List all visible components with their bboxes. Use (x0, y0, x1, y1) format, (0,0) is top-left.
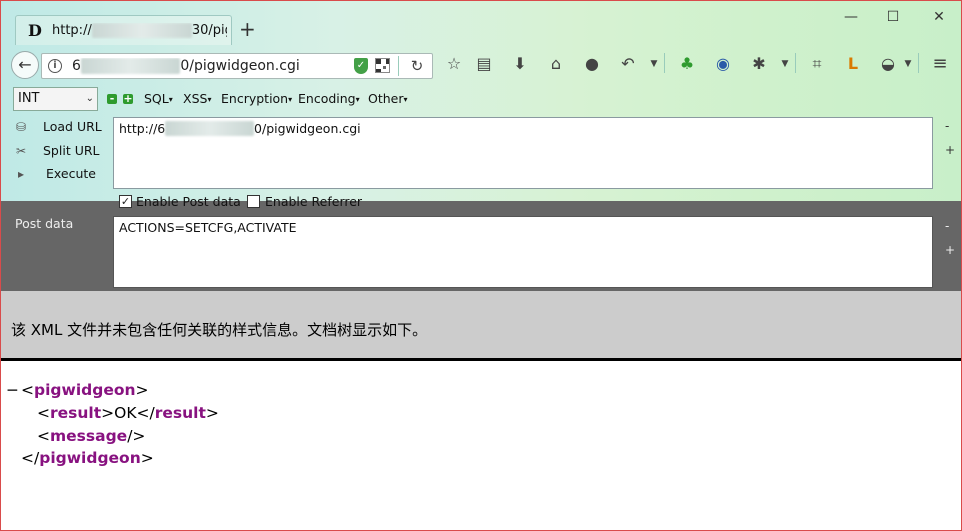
play-icon: ▸ (17, 167, 25, 181)
enable-referrer-label: Enable Referrer (265, 194, 363, 209)
maximize-button[interactable]: ☐ (883, 7, 903, 27)
enable-post-label: Enable Post data (136, 194, 241, 209)
globe-icon[interactable]: ◉ (713, 53, 733, 75)
info-icon[interactable]: i (48, 59, 62, 73)
tab-title: http://xxxxxxxxxxxxx30/pig (52, 23, 227, 38)
undo-icon[interactable]: ↶ (618, 53, 638, 75)
xml-result: <result>OK</result> (37, 404, 219, 422)
redacted-text: xxxxxxxxxxxx (80, 58, 181, 74)
enable-post-checkbox[interactable]: ✓ (119, 195, 132, 208)
expand-post-button[interactable]: + (945, 243, 955, 257)
post-data-label: Post data (15, 216, 74, 231)
expand-url-button[interactable]: + (945, 143, 955, 157)
divider (795, 53, 796, 73)
xml-style-info-banner: 该 XML 文件并未包含任何关联的样式信息。文档树显示如下。 (1, 291, 961, 361)
menu-sql[interactable]: SQL▾ (144, 91, 173, 107)
chevron-down-icon[interactable]: ▼ (644, 53, 664, 75)
chevron-down-icon: ⌄ (85, 93, 94, 104)
nav-bar: ← i 6xxxxxxxxxxxx0/pigwidgeon.cgi ✓ ↻ ☆ … (1, 47, 961, 85)
shield-icon[interactable]: ✓ (354, 58, 368, 74)
enable-referrer-checkbox[interactable] (247, 195, 260, 208)
menu-encryption[interactable]: Encryption▾ (221, 91, 292, 107)
scissors-icon: ✂ (15, 144, 27, 158)
mask-icon[interactable]: ◒ (878, 53, 898, 75)
favicon-icon: D (28, 21, 42, 40)
qr-code-icon[interactable] (375, 58, 390, 73)
url-text[interactable]: 6xxxxxxxxxxxx0/pigwidgeon.cgi (72, 58, 352, 76)
menu-other[interactable]: Other▾ (368, 91, 408, 107)
url-bar[interactable]: i 6xxxxxxxxxxxx0/pigwidgeon.cgi ✓ ↻ (41, 53, 433, 79)
url-textarea[interactable]: http://6xxxxxxxxxxxx0/pigwidgeon.cgi (113, 117, 933, 189)
title-bar: D http://xxxxxxxxxxxxx30/pig + — ☐ ✕ (1, 1, 961, 45)
minimize-button[interactable]: — (841, 7, 861, 27)
home-icon[interactable]: ⌂ (546, 53, 566, 75)
new-tab-button[interactable]: + (239, 19, 256, 39)
reader-icon[interactable]: ▤ (474, 53, 494, 75)
divider (398, 56, 399, 76)
xml-tree: − <pigwidgeon> <result>OK</result> <mess… (1, 377, 961, 527)
chevron-down-icon[interactable]: ▼ (898, 53, 918, 75)
download-icon[interactable]: ⬇ (510, 53, 530, 75)
post-options: ✓ Enable Post data Enable Referrer (113, 193, 413, 211)
encoding-select[interactable]: INT ⌄ (13, 87, 98, 111)
divider (664, 53, 665, 73)
collapse-toggle[interactable]: − (6, 381, 19, 399)
browser-tab[interactable]: D http://xxxxxxxxxxxxx30/pig (15, 15, 232, 45)
bug-icon[interactable]: ✱ (749, 53, 769, 75)
select-value: INT (18, 91, 40, 106)
xml-root-close: </pigwidgeon> (21, 449, 154, 467)
close-button[interactable]: ✕ (929, 7, 949, 27)
chat-icon[interactable]: ● (582, 53, 602, 75)
crop-icon[interactable]: ⌗ (807, 53, 827, 75)
l-icon[interactable]: L (843, 53, 863, 75)
xml-info-text: 该 XML 文件并未包含任何关联的样式信息。文档树显示如下。 (11, 321, 428, 339)
frog-icon[interactable]: ♣ (677, 53, 697, 75)
load-url-button[interactable]: ⛁ Load URL (11, 117, 111, 137)
execute-button[interactable]: ▸ Execute (11, 164, 111, 184)
menu-icon[interactable]: ≡ (930, 53, 950, 75)
hackbar-toolbar: INT ⌄ - + SQL▾ XSS▾ Encryption▾ Encoding… (1, 87, 961, 113)
redacted-text: xxxxxxxxxxxxx (91, 23, 192, 38)
post-data-textarea[interactable]: ACTIONS=SETCFG,ACTIVATE (113, 216, 933, 288)
load-icon: ⛁ (15, 120, 27, 134)
shrink-url-button[interactable]: - (945, 119, 949, 133)
xml-message: <message/> (37, 427, 146, 445)
redacted-text: xxxxxxxxxxxx (165, 121, 255, 136)
browser-window: D http://xxxxxxxxxxxxx30/pig + — ☐ ✕ ← i… (0, 0, 962, 531)
split-url-button[interactable]: ✂ Split URL (11, 141, 111, 161)
shrink-post-button[interactable]: - (945, 219, 949, 233)
chevron-down-icon[interactable]: ▼ (775, 53, 795, 75)
menu-encoding[interactable]: Encoding▾ (298, 91, 360, 107)
menu-xss[interactable]: XSS▾ (183, 91, 211, 107)
minus-icon[interactable]: - (107, 93, 117, 104)
plus-icon[interactable]: + (123, 93, 133, 104)
back-button[interactable]: ← (11, 51, 39, 79)
divider (918, 53, 919, 73)
reload-icon[interactable]: ↻ (408, 57, 426, 75)
star-icon[interactable]: ☆ (444, 53, 464, 75)
